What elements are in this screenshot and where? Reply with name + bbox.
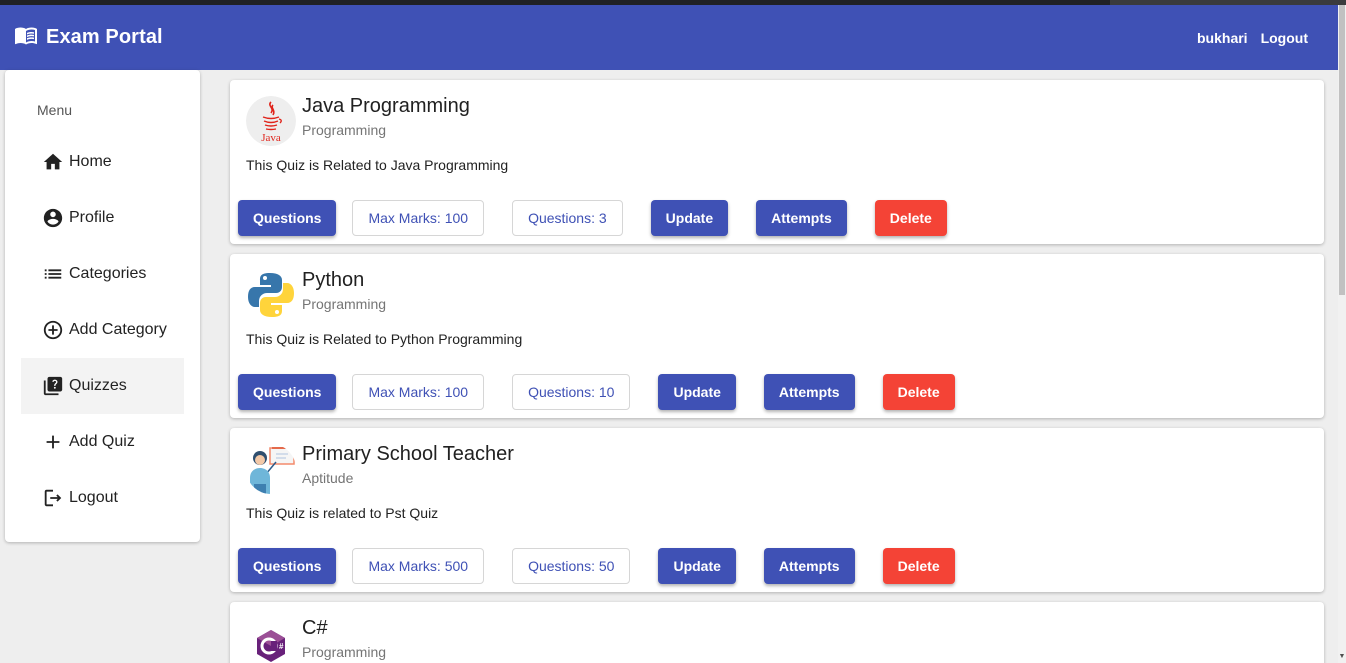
quiz-title: Java Programming	[302, 95, 470, 117]
quiz-card: Python Programming This Quiz is Related …	[230, 254, 1324, 418]
quiz-card: Java Java Programming Programming This Q…	[230, 80, 1324, 244]
update-button[interactable]: Update	[658, 548, 736, 584]
quiz-title: Python	[302, 269, 365, 291]
quiz-title: C#	[302, 617, 328, 639]
attempts-button[interactable]: Attempts	[763, 374, 855, 410]
brand[interactable]: Exam Portal	[14, 23, 163, 52]
update-button[interactable]: Update	[650, 200, 729, 236]
sidebar-item-profile[interactable]: Profile	[21, 190, 184, 246]
sidebar-item-label: Quizzes	[69, 377, 127, 394]
page-scrollbar[interactable]: ▼	[1338, 5, 1346, 663]
logout-link[interactable]: Logout	[1261, 30, 1308, 46]
question-count-button[interactable]: Questions: 3	[512, 200, 623, 236]
logout-icon	[41, 486, 65, 510]
delete-button[interactable]: Delete	[882, 374, 955, 410]
python-logo-icon	[246, 270, 296, 320]
update-button[interactable]: Update	[658, 374, 736, 410]
quiz-actions: Questions Max Marks: 100 Questions: 10 U…	[238, 374, 955, 410]
sidebar-item-logout[interactable]: Logout	[21, 470, 184, 526]
svg-text:#: #	[279, 642, 284, 651]
sidebar-item-home[interactable]: Home	[21, 134, 184, 190]
quiz-card: # C# Programming	[230, 602, 1324, 663]
questions-button[interactable]: Questions	[238, 374, 337, 410]
teacher-icon	[246, 444, 296, 494]
questions-button[interactable]: Questions	[238, 200, 337, 236]
quiz-category: Programming	[302, 644, 387, 660]
app-toolbar: Exam Portal bukhari Logout	[0, 5, 1338, 70]
max-marks-button[interactable]: Max Marks: 100	[352, 200, 485, 236]
max-marks-button[interactable]: Max Marks: 100	[352, 374, 485, 410]
app-title: Exam Portal	[46, 26, 163, 48]
svg-text:Java: Java	[261, 132, 281, 144]
add-icon	[41, 430, 65, 454]
scroll-down-arrow-icon[interactable]: ▼	[1338, 653, 1346, 661]
add-circle-icon	[41, 318, 65, 342]
sidebar: Menu Home Profile Categories Add Categor…	[5, 70, 200, 542]
toolbar-actions: bukhari Logout	[1197, 5, 1308, 70]
account-circle-icon	[41, 206, 65, 230]
delete-button[interactable]: Delete	[874, 200, 947, 236]
sidebar-item-categories[interactable]: Categories	[21, 246, 184, 302]
sidebar-item-label: Add Category	[69, 321, 167, 338]
questions-button[interactable]: Questions	[238, 548, 337, 584]
username-link[interactable]: bukhari	[1197, 30, 1248, 46]
quiz-category: Programming	[302, 122, 387, 138]
list-icon	[41, 262, 65, 286]
attempts-button[interactable]: Attempts	[756, 200, 847, 236]
sidebar-item-add-category[interactable]: Add Category	[21, 302, 184, 358]
quiz-actions: Questions Max Marks: 500 Questions: 50 U…	[238, 548, 955, 584]
scrollbar-thumb[interactable]	[1339, 5, 1345, 295]
question-count-button[interactable]: Questions: 10	[512, 374, 631, 410]
quiz-description: This Quiz is related to Pst Quiz	[246, 505, 439, 521]
quiz-title: Primary School Teacher	[302, 443, 514, 465]
sidebar-item-label: Home	[69, 153, 112, 170]
sidebar-item-label: Logout	[69, 489, 118, 506]
question-count-button[interactable]: Questions: 50	[512, 548, 631, 584]
csharp-logo-icon: #	[246, 618, 296, 663]
sidebar-item-label: Add Quiz	[69, 433, 135, 450]
quiz-description: This Quiz is Related to Python Programmi…	[246, 331, 523, 347]
sidebar-item-label: Profile	[69, 209, 115, 226]
sidebar-item-quizzes[interactable]: Quizzes	[21, 358, 184, 414]
quiz-category: Aptitude	[302, 470, 354, 486]
home-icon	[41, 150, 65, 174]
sidebar-item-add-quiz[interactable]: Add Quiz	[21, 414, 184, 470]
quiz-description: This Quiz is Related to Java Programming	[246, 157, 509, 173]
quiz-card: Primary School Teacher Aptitude This Qui…	[230, 428, 1324, 592]
delete-button[interactable]: Delete	[882, 548, 955, 584]
menu-book-icon	[14, 23, 38, 52]
quiz-actions: Questions Max Marks: 100 Questions: 3 Up…	[238, 200, 947, 236]
menu-heading: Menu	[37, 102, 73, 118]
sidebar-item-label: Categories	[69, 265, 147, 282]
java-logo-icon: Java	[246, 96, 296, 146]
quiz-category: Programming	[302, 296, 387, 312]
max-marks-button[interactable]: Max Marks: 500	[352, 548, 485, 584]
quiz-icon	[41, 374, 65, 398]
attempts-button[interactable]: Attempts	[763, 548, 855, 584]
